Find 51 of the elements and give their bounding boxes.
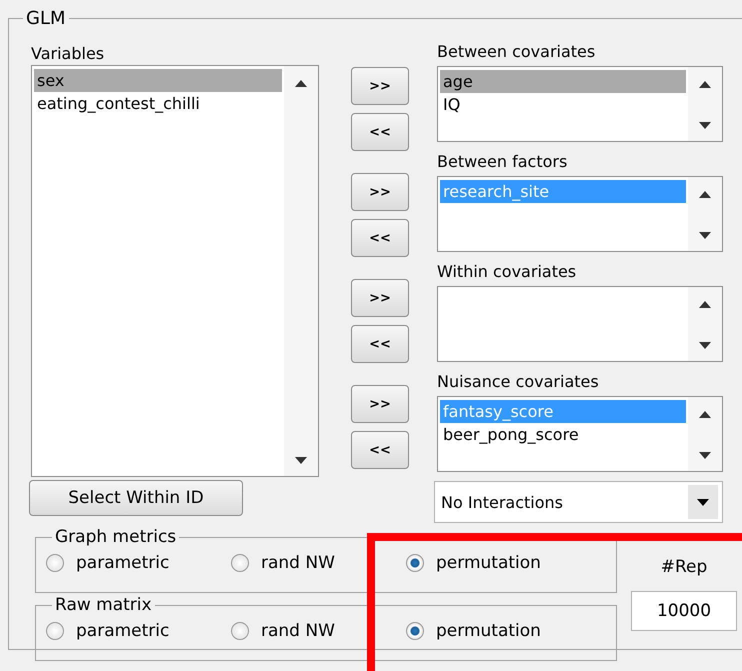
list-box[interactable]: age IQ — [437, 66, 723, 142]
scroll-up-arrow[interactable] — [699, 301, 711, 308]
group-title: Raw matrix — [54, 595, 153, 615]
list-item[interactable]: eating_contest_chilli — [34, 92, 282, 115]
select-within-id-button[interactable]: Select Within ID — [29, 480, 243, 516]
scroll-down-arrow[interactable] — [295, 457, 307, 464]
scroll-up-arrow[interactable] — [699, 81, 711, 88]
list-label: Variables — [31, 43, 106, 64]
add-button[interactable]: >> — [351, 173, 409, 211]
list-item[interactable]: age — [440, 70, 686, 93]
radio-button[interactable] — [231, 622, 249, 640]
scroll-down-arrow[interactable] — [699, 232, 711, 239]
remove-button[interactable]: << — [351, 219, 409, 257]
rep-label: #Rep — [660, 557, 708, 579]
radio-button[interactable] — [406, 554, 424, 572]
panel-title: GLM — [25, 8, 67, 29]
radio-button[interactable] — [406, 622, 424, 640]
add-button[interactable]: >> — [351, 279, 409, 317]
list-item[interactable]: sex — [34, 69, 282, 92]
list-label: Within covariates — [437, 261, 578, 282]
remove-button[interactable]: << — [351, 113, 409, 151]
radio-option[interactable]: parametric — [46, 553, 231, 573]
list-label: Between factors — [437, 151, 568, 172]
remove-button[interactable]: << — [351, 325, 409, 363]
add-button[interactable]: >> — [351, 67, 409, 105]
dropdown-caret-icon — [697, 498, 709, 506]
scroll-up-arrow[interactable] — [295, 80, 307, 87]
list-item[interactable]: IQ — [440, 93, 686, 116]
list-box[interactable]: fantasy_score beer_pong_score — [437, 396, 723, 472]
list-label: Between covariates — [437, 41, 596, 62]
radio-option[interactable]: rand NW — [231, 553, 406, 573]
list-item[interactable]: beer_pong_score — [440, 423, 686, 446]
interaction-dropdown[interactable]: No Interactions — [434, 481, 723, 523]
scroll-up-arrow[interactable] — [699, 411, 711, 418]
scroll-down-arrow[interactable] — [699, 452, 711, 459]
radio-button[interactable] — [46, 554, 64, 572]
list-box[interactable]: sex eating_contest_chilli — [31, 65, 319, 477]
scroll-down-arrow[interactable] — [699, 122, 711, 129]
add-button[interactable]: >> — [351, 385, 409, 423]
radio-option[interactable]: parametric — [46, 621, 231, 641]
list-label: Nuisance covariates — [437, 371, 600, 392]
group-title: Graph metrics — [54, 527, 178, 547]
repetitions-field[interactable]: 10000 — [631, 591, 737, 631]
radio-option[interactable]: permutation — [406, 621, 596, 641]
radio-option[interactable]: rand NW — [231, 621, 406, 641]
remove-button[interactable]: << — [351, 431, 409, 469]
scroll-up-arrow[interactable] — [699, 191, 711, 198]
radio-button[interactable] — [231, 554, 249, 572]
radio-option[interactable]: permutation — [406, 553, 596, 573]
radio-button[interactable] — [46, 622, 64, 640]
scroll-down-arrow[interactable] — [699, 342, 711, 349]
